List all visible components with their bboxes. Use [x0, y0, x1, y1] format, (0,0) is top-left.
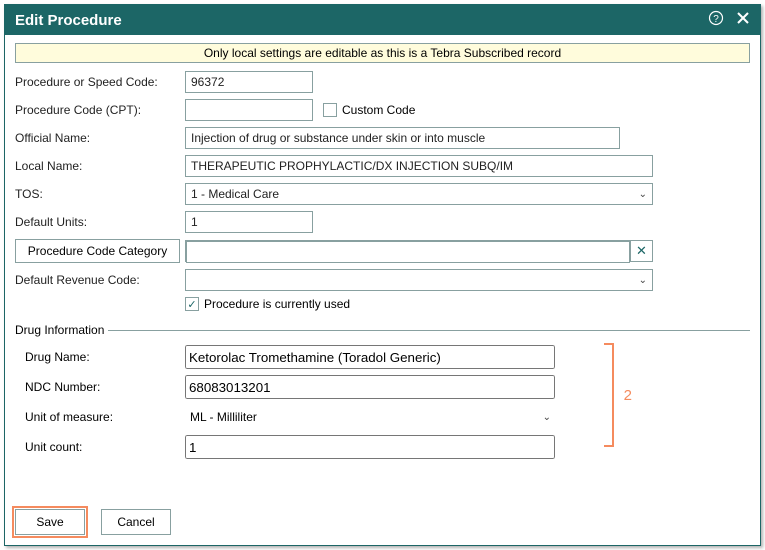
label-tos: TOS: — [15, 187, 185, 201]
save-button[interactable]: Save — [15, 509, 85, 535]
callout-marker: 2 — [624, 387, 632, 404]
default-revenue-code-select[interactable]: ⌄ — [185, 269, 653, 291]
cancel-button[interactable]: Cancel — [101, 509, 171, 535]
label-unit-count: Unit count: — [25, 440, 185, 454]
label-default-revenue-code: Default Revenue Code: — [15, 273, 185, 287]
readonly-notice: Only local settings are editable as this… — [15, 43, 750, 63]
tos-select[interactable]: 1 - Medical Care ⌄ — [185, 183, 653, 205]
local-name-input[interactable] — [185, 155, 653, 177]
edit-procedure-window: Edit Procedure ? Only local settings are… — [4, 4, 761, 546]
procedure-code-category-field: ✕ — [185, 240, 653, 262]
label-procedure-speed-code: Procedure or Speed Code: — [15, 75, 185, 89]
svg-text:?: ? — [713, 14, 719, 25]
label-procedure-code-cpt: Procedure Code (CPT): — [15, 103, 185, 117]
callout-bracket — [604, 343, 614, 447]
window-title: Edit Procedure — [15, 12, 696, 29]
unit-of-measure-value: ML - Milliliter — [190, 410, 257, 424]
procedure-code-category-button[interactable]: Procedure Code Category — [15, 239, 180, 263]
ndc-number-input[interactable] — [185, 375, 555, 399]
label-official-name: Official Name: — [15, 131, 185, 145]
form-body: Only local settings are editable as this… — [5, 35, 760, 501]
procedure-code-cpt-input[interactable] — [185, 99, 313, 121]
chevron-down-icon: ⌄ — [543, 412, 551, 423]
drug-information-legend: Drug Information — [15, 323, 108, 337]
label-default-units: Default Units: — [15, 215, 185, 229]
label-drug-name: Drug Name: — [25, 350, 185, 364]
currently-used-checkbox[interactable]: ✓ — [185, 297, 199, 311]
chevron-down-icon: ⌄ — [639, 275, 647, 286]
help-icon[interactable]: ? — [708, 10, 724, 30]
footer: Save Cancel — [5, 501, 760, 545]
label-currently-used: Procedure is currently used — [204, 297, 350, 311]
drug-information-group: Drug Information 2 Drug Name: NDC Number… — [15, 323, 750, 465]
close-icon[interactable] — [736, 11, 750, 29]
titlebar: Edit Procedure ? — [5, 5, 760, 35]
default-units-input[interactable] — [185, 211, 313, 233]
unit-count-input[interactable] — [185, 435, 555, 459]
unit-of-measure-select[interactable]: ML - Milliliter ⌄ — [185, 405, 555, 429]
procedure-speed-code-input[interactable] — [185, 71, 313, 93]
label-custom-code: Custom Code — [342, 103, 415, 117]
clear-category-icon[interactable]: ✕ — [630, 241, 652, 261]
label-unit-of-measure: Unit of measure: — [25, 410, 185, 424]
chevron-down-icon: ⌄ — [639, 189, 647, 200]
label-local-name: Local Name: — [15, 159, 185, 173]
tos-value: 1 - Medical Care — [191, 187, 279, 201]
label-ndc-number: NDC Number: — [25, 380, 185, 394]
procedure-code-category-input[interactable] — [186, 241, 630, 263]
drug-name-input[interactable] — [185, 345, 555, 369]
official-name-input[interactable] — [185, 127, 620, 149]
custom-code-checkbox[interactable] — [323, 103, 337, 117]
